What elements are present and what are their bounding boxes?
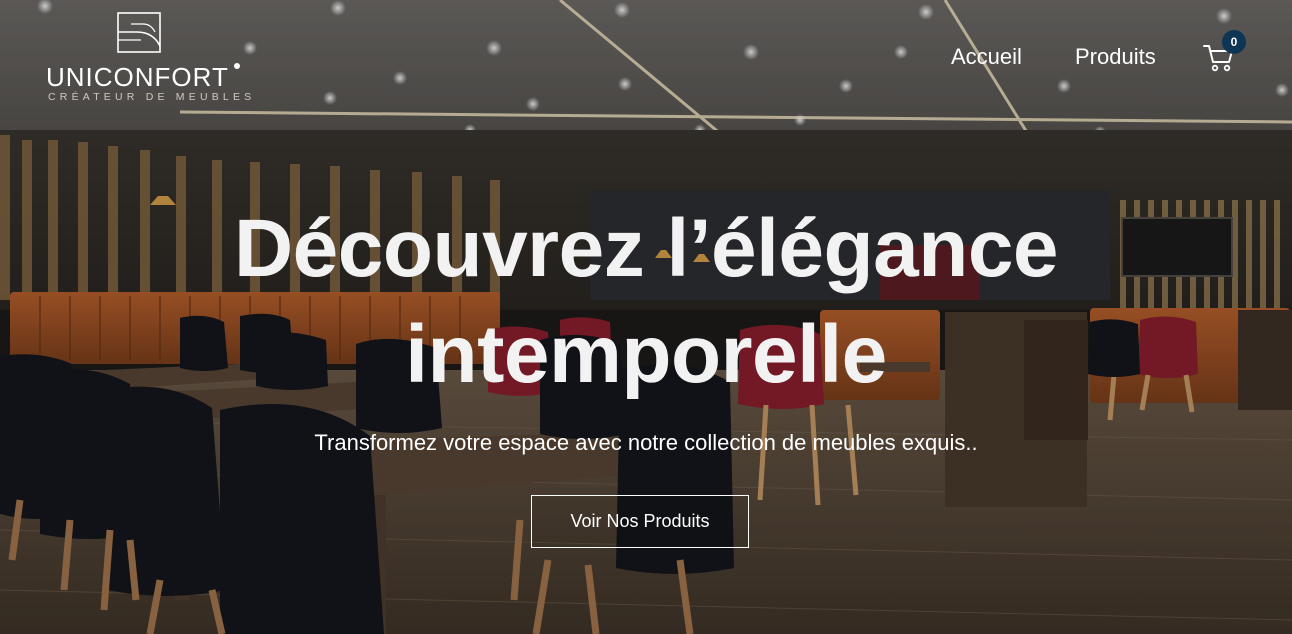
nav-link-accueil[interactable]: Accueil [951,44,1022,70]
hero-title-line-1: Découvrez l’élégance [233,203,1059,294]
brand-tagline: CRÉATEUR DE MEUBLES [48,91,256,103]
cart-count-badge: 0 [1222,30,1246,54]
hero-title: Découvrez l’élégance intemporelle [0,196,1292,408]
main-nav: Accueil Produits [0,44,1292,74]
hero-section: UNICONFORT CRÉATEUR DE MEUBLES Accueil P… [0,0,1292,634]
nav-link-produits[interactable]: Produits [1075,44,1156,70]
hero-title-line-2: intemporelle [405,309,887,400]
hero-subtitle: Transformez votre espace avec notre coll… [314,430,978,455]
view-products-button[interactable]: Voir Nos Produits [531,495,749,548]
